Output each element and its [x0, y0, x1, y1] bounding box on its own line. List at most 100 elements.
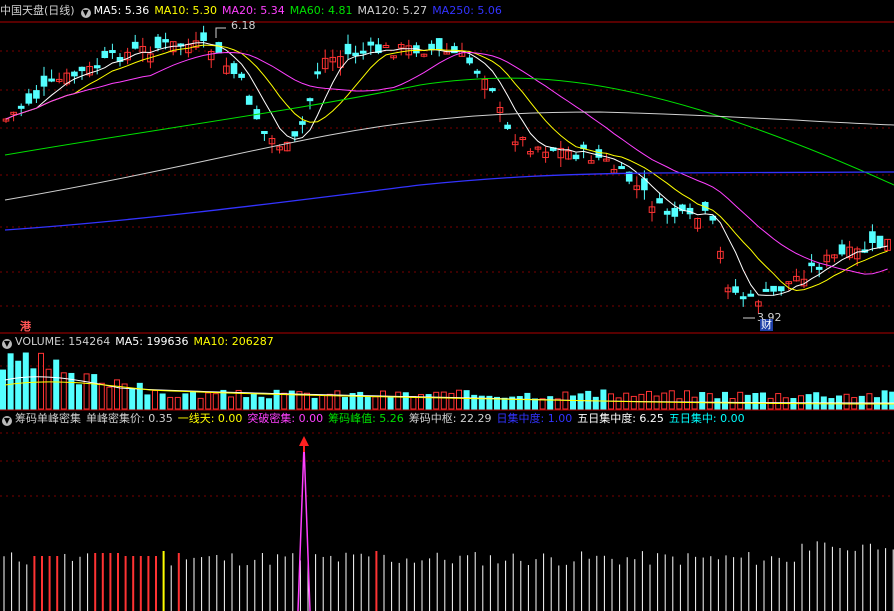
candle-body [747, 293, 755, 297]
volume-bar [364, 395, 371, 410]
candle-body [815, 266, 823, 270]
candle-body [33, 90, 40, 99]
volume-bar [83, 373, 90, 410]
candle-body [876, 235, 884, 248]
volume-bar [775, 393, 782, 410]
ma120-label: MA120: 5.27 [357, 4, 428, 17]
volume-bar [516, 396, 523, 410]
volume-bar [843, 393, 850, 410]
volume-bar [136, 382, 143, 410]
ma-dropdown-icon[interactable]: ▼ [80, 8, 91, 18]
candle-body [352, 52, 359, 57]
indicator-title: 筹码单峰密集 [15, 412, 81, 425]
volume-bar [714, 398, 721, 410]
volume-bar [501, 397, 508, 410]
candle-body [200, 32, 207, 41]
volume-bar [577, 393, 584, 410]
ma5-label: MA5: 5.36 [93, 4, 150, 17]
volume-bar [15, 360, 22, 410]
candle-body [261, 130, 268, 134]
candle-body [770, 285, 777, 292]
candle-body [291, 131, 299, 137]
volume-ma10-label: MA10: 206287 [193, 335, 274, 348]
ma250-label: MA250: 5.06 [432, 4, 502, 17]
volume-bar [144, 394, 151, 410]
candle-body [93, 65, 101, 69]
volume-ma5-label: MA5: 199636 [115, 335, 189, 348]
ma-line-60 [4, 77, 894, 186]
volume-title: VOLUME: 154264 [15, 335, 111, 348]
candle-body [40, 75, 48, 87]
candle-body [131, 41, 139, 49]
candle-body [466, 57, 473, 64]
candle-body [162, 39, 169, 43]
volume-bar [570, 395, 576, 410]
volume-bar [30, 368, 37, 410]
candle-body [245, 95, 253, 105]
candle-body [230, 63, 238, 75]
candle-body [359, 50, 367, 54]
volume-bar [326, 393, 333, 410]
hk-connect-badge[interactable]: 港 [20, 318, 31, 334]
volume-bar [661, 392, 668, 410]
ma-line-120 [4, 111, 894, 201]
volume-bar [7, 353, 14, 410]
volume-bar [760, 392, 766, 410]
indicator-item-6: 五日集中度: 6.25 [577, 412, 664, 425]
candle-body [762, 288, 770, 292]
indicator-item-1: 一线天: 0.00 [177, 412, 243, 425]
volume-bar [456, 389, 462, 410]
main-header: 中国天盘(日线) ▼ MA5: 5.36 MA10: 5.30 MA20: 5.34 MA… [0, 3, 507, 19]
candle-body [473, 70, 481, 74]
volume-bar [805, 394, 812, 410]
volume-bar [676, 398, 683, 410]
volume-bar [311, 397, 318, 410]
volume-bar [380, 390, 386, 410]
candle-body [739, 296, 747, 300]
volume-bar [190, 391, 196, 410]
ma-line-250 [4, 171, 894, 231]
volume-bar [752, 393, 759, 410]
volume-bar [402, 392, 409, 410]
volume-bar [45, 368, 52, 410]
candle-body [777, 286, 785, 292]
ma-line-5 [5, 42, 888, 296]
indicator-dropdown-icon[interactable]: ▼ [2, 416, 12, 426]
candle-body [78, 66, 86, 72]
volume-dropdown-icon[interactable]: ▼ [2, 339, 12, 349]
high-price-pointer [215, 27, 226, 38]
candle-body [489, 88, 496, 92]
candle-body [869, 231, 876, 243]
candle-body [382, 45, 390, 49]
candle-body [808, 262, 815, 267]
volume-bar [228, 396, 234, 410]
volume-bar [182, 393, 189, 410]
candle-body [101, 50, 109, 59]
candle-body [618, 166, 625, 170]
volume-bar [471, 394, 478, 410]
candle-body [71, 71, 78, 77]
volume-bar [319, 394, 326, 410]
chart-canvas[interactable] [0, 0, 894, 611]
volume-bar [410, 395, 417, 410]
volume-bar [440, 391, 447, 410]
volume-bar [76, 384, 82, 410]
volume-bar [448, 392, 455, 410]
candle-body [504, 124, 511, 129]
volume-bar [646, 390, 652, 410]
volume-bar [266, 398, 272, 410]
volume-bar [152, 390, 158, 410]
finance-badge[interactable]: 财 [760, 319, 773, 331]
volume-bar [197, 397, 204, 410]
volume-bar [668, 390, 675, 410]
candle-body [109, 50, 116, 54]
volume-bar [281, 392, 288, 410]
indicator-item-3: 筹码峰值: 5.26 [328, 412, 404, 425]
volume-bar [630, 395, 637, 410]
candle-body [17, 105, 25, 109]
volume-bar [53, 359, 60, 410]
volume-bar [463, 390, 470, 410]
volume-bar [722, 391, 728, 410]
candle-body [314, 71, 321, 75]
candle-body [48, 78, 55, 82]
